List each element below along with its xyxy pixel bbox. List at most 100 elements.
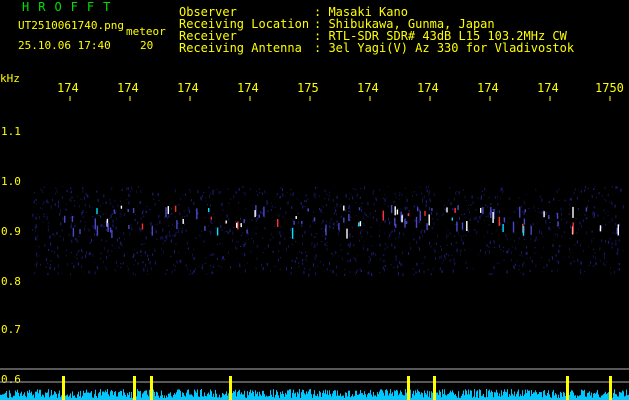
noise-pixel bbox=[355, 215, 357, 217]
noise-pixel bbox=[489, 240, 491, 244]
noise-pixel bbox=[510, 251, 512, 255]
trace-bar bbox=[329, 390, 330, 400]
trace-bar bbox=[323, 390, 324, 400]
noise-pixel bbox=[245, 219, 247, 221]
noise-pixel bbox=[71, 262, 73, 264]
time-tick: 174 bbox=[537, 81, 559, 95]
noise-pixel bbox=[353, 188, 355, 190]
trace-bar bbox=[285, 392, 286, 400]
noise-pixel bbox=[280, 225, 282, 228]
noise-pixel bbox=[182, 194, 184, 196]
noise-pixel bbox=[389, 234, 391, 238]
noise-pixel bbox=[406, 198, 408, 202]
noise-pixel bbox=[446, 244, 448, 246]
noise-pixel bbox=[89, 252, 91, 256]
trace-bar bbox=[136, 396, 137, 400]
trace-bar bbox=[610, 391, 611, 400]
trace-bar bbox=[244, 390, 245, 400]
noise-pixel bbox=[398, 261, 400, 265]
noise-pixel bbox=[483, 236, 485, 238]
noise-pixel bbox=[491, 203, 492, 205]
trace-bar bbox=[227, 395, 228, 400]
noise-pixel bbox=[548, 258, 550, 261]
trace-bar bbox=[306, 391, 307, 400]
noise-pixel bbox=[76, 238, 78, 242]
trace-bar bbox=[538, 394, 539, 400]
noise-pixel bbox=[615, 215, 617, 219]
noise-pixel bbox=[375, 254, 377, 256]
trace-bar bbox=[133, 394, 134, 400]
noise-pixel bbox=[332, 255, 334, 256]
noise-pixel bbox=[87, 194, 89, 197]
noise-pixel bbox=[401, 265, 403, 267]
noise-pixel bbox=[593, 215, 595, 218]
noise-pixel bbox=[324, 190, 326, 192]
meteor-echo bbox=[120, 205, 123, 209]
trace-bar bbox=[371, 394, 372, 400]
trace-bar bbox=[384, 395, 385, 400]
trace-bar bbox=[499, 393, 500, 400]
noise-pixel bbox=[594, 212, 595, 216]
noise-pixel bbox=[391, 230, 393, 233]
meteor-echo bbox=[572, 206, 574, 218]
noise-pixel bbox=[221, 259, 223, 260]
noise-pixel bbox=[114, 269, 116, 272]
noise-pixel bbox=[195, 267, 197, 270]
trace-bar bbox=[15, 390, 16, 400]
noise-pixel bbox=[409, 215, 411, 217]
noise-pixel bbox=[100, 215, 102, 218]
noise-pixel bbox=[195, 237, 197, 239]
noise-pixel bbox=[548, 201, 550, 204]
meteor-echo bbox=[96, 225, 99, 236]
noise-pixel bbox=[116, 217, 118, 220]
trace-bar bbox=[316, 396, 317, 400]
noise-pixel bbox=[279, 241, 281, 245]
trace-bar bbox=[504, 389, 505, 400]
noise-pixel bbox=[373, 190, 375, 193]
trace-bar bbox=[548, 390, 549, 400]
noise-pixel bbox=[421, 262, 423, 264]
trace-bar bbox=[591, 392, 592, 400]
noise-pixel bbox=[592, 210, 594, 212]
trace-bar bbox=[13, 395, 14, 400]
noise-pixel bbox=[419, 186, 421, 188]
noise-pixel bbox=[412, 195, 413, 197]
noise-pixel bbox=[235, 246, 237, 249]
noise-pixel bbox=[384, 248, 386, 251]
trace-bar bbox=[355, 390, 356, 400]
noise-pixel bbox=[418, 220, 420, 224]
trace-bar bbox=[58, 393, 59, 400]
trace-bar bbox=[332, 393, 333, 400]
trace-peak bbox=[407, 376, 410, 400]
noise-pixel bbox=[553, 239, 555, 241]
trace-bar bbox=[602, 395, 603, 400]
trace-bar bbox=[613, 392, 614, 400]
trace-bar bbox=[48, 389, 49, 400]
noise-pixel bbox=[278, 214, 280, 218]
noise-pixel bbox=[57, 255, 59, 259]
noise-pixel bbox=[182, 219, 184, 222]
trace-bar bbox=[311, 394, 312, 400]
noise-pixel bbox=[595, 256, 597, 260]
noise-pixel bbox=[349, 271, 351, 273]
noise-pixel bbox=[623, 205, 624, 208]
noise-pixel bbox=[580, 191, 582, 193]
meteor-echo bbox=[291, 227, 294, 239]
meteor-echo bbox=[454, 207, 456, 213]
freq-tick: 1.0 bbox=[1, 175, 21, 188]
noise-pixel bbox=[384, 259, 386, 262]
noise-pixel bbox=[357, 255, 359, 257]
trace-bar bbox=[6, 391, 7, 400]
noise-pixel bbox=[462, 230, 464, 232]
noise-pixel bbox=[275, 196, 277, 198]
noise-pixel bbox=[286, 267, 288, 268]
noise-pixel bbox=[197, 211, 199, 215]
noise-pixel bbox=[149, 208, 151, 210]
meteor-echo bbox=[359, 221, 362, 227]
noise-pixel bbox=[541, 271, 543, 273]
trace-bar bbox=[305, 394, 306, 400]
trace-bar bbox=[147, 394, 148, 400]
trace-bar bbox=[435, 395, 436, 400]
trace-bar bbox=[112, 391, 113, 400]
noise-pixel bbox=[546, 263, 548, 267]
